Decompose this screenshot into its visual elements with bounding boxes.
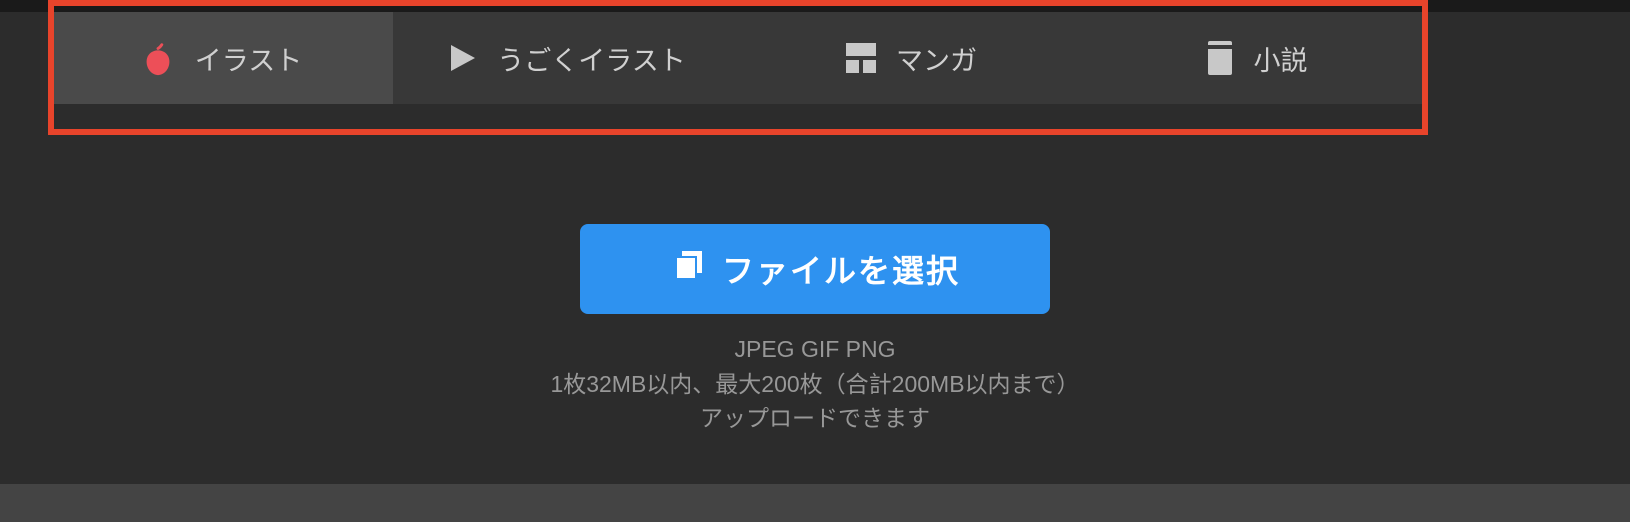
- file-select-button[interactable]: ファイルを選択: [580, 224, 1050, 314]
- tab-label: マンガ: [896, 39, 977, 78]
- panels-icon: [844, 41, 878, 75]
- tab-novel[interactable]: 小説: [1083, 12, 1428, 104]
- upload-limits: 1枚32MB以内、最大200枚（合計200MB以内まで）: [550, 367, 1079, 402]
- tab-label: イラスト: [195, 39, 302, 78]
- tabs-container: イラスト うごくイラスト マンガ 小説: [48, 12, 1428, 104]
- upload-formats: JPEG GIF PNG: [550, 332, 1079, 367]
- file-select-label: ファイルを選択: [722, 246, 960, 292]
- book-icon: [1204, 39, 1236, 77]
- tab-label: うごくイラスト: [497, 39, 685, 78]
- tab-ugoira[interactable]: うごくイラスト: [393, 12, 738, 104]
- play-icon: [445, 41, 479, 75]
- apple-icon: [139, 39, 177, 77]
- upload-hints: JPEG GIF PNG 1枚32MB以内、最大200枚（合計200MB以内まで…: [550, 332, 1079, 436]
- bottom-bar: [0, 484, 1630, 522]
- tab-illustration[interactable]: イラスト: [48, 12, 393, 104]
- tab-label: 小説: [1254, 39, 1308, 78]
- top-bar: [0, 0, 1630, 12]
- upload-area: ファイルを選択 JPEG GIF PNG 1枚32MB以内、最大200枚（合計2…: [0, 224, 1630, 436]
- files-icon: [670, 247, 706, 291]
- upload-note: アップロードできます: [550, 401, 1079, 436]
- spacer: [0, 104, 1630, 224]
- tab-manga[interactable]: マンガ: [738, 12, 1083, 104]
